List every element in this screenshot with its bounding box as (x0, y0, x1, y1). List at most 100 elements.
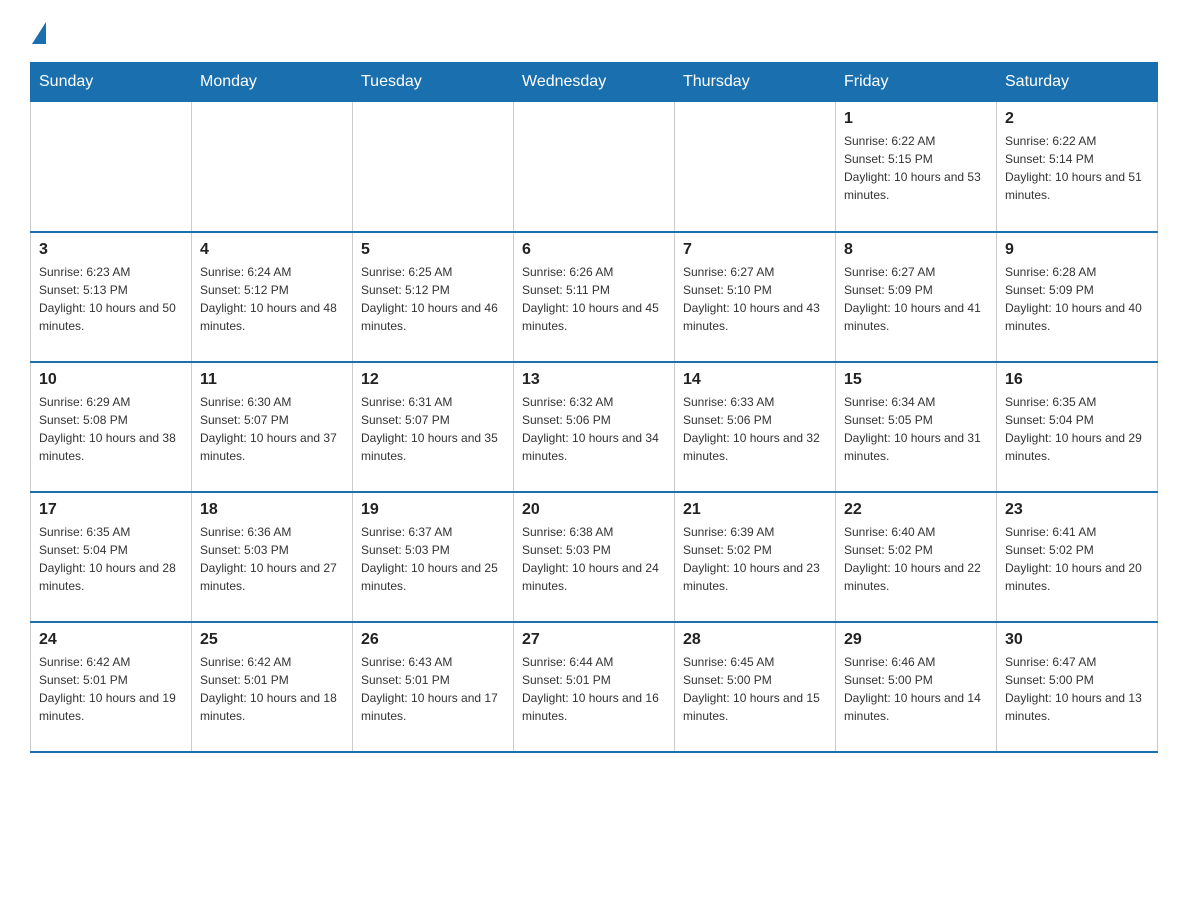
day-info: Sunrise: 6:24 AM Sunset: 5:12 PM Dayligh… (200, 263, 344, 335)
calendar-table: SundayMondayTuesdayWednesdayThursdayFrid… (30, 62, 1158, 753)
calendar-cell: 7 Sunrise: 6:27 AM Sunset: 5:10 PM Daylig… (675, 232, 836, 362)
day-number: 28 (683, 631, 827, 649)
day-number: 12 (361, 371, 505, 389)
calendar-cell: 10 Sunrise: 6:29 AM Sunset: 5:08 PM Dayli… (31, 362, 192, 492)
day-number: 10 (39, 371, 183, 389)
calendar-cell: 30Sunrise: 6:47 AM Sunset: 5:00 PM Dayli… (997, 622, 1158, 752)
day-number: 22 (844, 501, 988, 519)
calendar-cell: 2Sunrise: 6:22 AM Sunset: 5:14 PM Daylig… (997, 102, 1158, 232)
calendar-week-row-4: 17 Sunrise: 6:35 AM Sunset: 5:04 PM Dayli… (31, 492, 1158, 622)
day-info: Sunrise: 6:35 AM Sunset: 5:04 PM Dayligh… (1005, 393, 1149, 465)
calendar-cell: 12 Sunrise: 6:31 AM Sunset: 5:07 PM Dayli… (353, 362, 514, 492)
day-info: Sunrise: 6:40 AM Sunset: 5:02 PM Dayligh… (844, 523, 988, 595)
day-info: Sunrise: 6:33 AM Sunset: 5:06 PM Dayligh… (683, 393, 827, 465)
logo-triangle-icon (32, 22, 46, 44)
calendar-cell (192, 102, 353, 232)
column-header-wednesday: Wednesday (514, 63, 675, 102)
day-number: 4 (200, 241, 344, 259)
day-number: 13 (522, 371, 666, 389)
day-info: Sunrise: 6:35 AM Sunset: 5:04 PM Dayligh… (39, 523, 183, 595)
day-number: 17 (39, 501, 183, 519)
calendar-week-row-1: 1 Sunrise: 6:22 AM Sunset: 5:15 PM Daylig… (31, 102, 1158, 232)
day-number: 18 (200, 501, 344, 519)
logo (30, 20, 48, 42)
day-info: Sunrise: 6:42 AM Sunset: 5:01 PM Dayligh… (200, 653, 344, 725)
day-number: 29 (844, 631, 988, 649)
day-info: Sunrise: 6:46 AM Sunset: 5:00 PM Dayligh… (844, 653, 988, 725)
column-header-thursday: Thursday (675, 63, 836, 102)
calendar-cell: 17 Sunrise: 6:35 AM Sunset: 5:04 PM Dayli… (31, 492, 192, 622)
day-info: Sunrise: 6:25 AM Sunset: 5:12 PM Dayligh… (361, 263, 505, 335)
calendar-cell: 25 Sunrise: 6:42 AM Sunset: 5:01 PM Dayli… (192, 622, 353, 752)
day-info: Sunrise: 6:29 AM Sunset: 5:08 PM Dayligh… (39, 393, 183, 465)
calendar-header-row: SundayMondayTuesdayWednesdayThursdayFrid… (31, 63, 1158, 102)
calendar-cell (353, 102, 514, 232)
day-info: Sunrise: 6:28 AM Sunset: 5:09 PM Dayligh… (1005, 263, 1149, 335)
day-info: Sunrise: 6:27 AM Sunset: 5:10 PM Dayligh… (683, 263, 827, 335)
day-info: Sunrise: 6:45 AM Sunset: 5:00 PM Dayligh… (683, 653, 827, 725)
day-info: Sunrise: 6:38 AM Sunset: 5:03 PM Dayligh… (522, 523, 666, 595)
column-header-sunday: Sunday (31, 63, 192, 102)
day-info: Sunrise: 6:34 AM Sunset: 5:05 PM Dayligh… (844, 393, 988, 465)
day-number: 2 (1005, 110, 1149, 128)
day-number: 14 (683, 371, 827, 389)
day-info: Sunrise: 6:47 AM Sunset: 5:00 PM Dayligh… (1005, 653, 1149, 725)
calendar-cell (675, 102, 836, 232)
calendar-week-row-5: 24 Sunrise: 6:42 AM Sunset: 5:01 PM Dayli… (31, 622, 1158, 752)
day-info: Sunrise: 6:36 AM Sunset: 5:03 PM Dayligh… (200, 523, 344, 595)
day-number: 15 (844, 371, 988, 389)
calendar-cell: 29 Sunrise: 6:46 AM Sunset: 5:00 PM Dayli… (836, 622, 997, 752)
calendar-cell: 18 Sunrise: 6:36 AM Sunset: 5:03 PM Dayli… (192, 492, 353, 622)
calendar-cell: 6 Sunrise: 6:26 AM Sunset: 5:11 PM Daylig… (514, 232, 675, 362)
day-number: 25 (200, 631, 344, 649)
calendar-cell: 27Sunrise: 6:44 AM Sunset: 5:01 PM Dayli… (514, 622, 675, 752)
day-info: Sunrise: 6:39 AM Sunset: 5:02 PM Dayligh… (683, 523, 827, 595)
day-number: 7 (683, 241, 827, 259)
day-info: Sunrise: 6:32 AM Sunset: 5:06 PM Dayligh… (522, 393, 666, 465)
calendar-week-row-3: 10 Sunrise: 6:29 AM Sunset: 5:08 PM Dayli… (31, 362, 1158, 492)
calendar-cell: 9 Sunrise: 6:28 AM Sunset: 5:09 PM Daylig… (997, 232, 1158, 362)
day-number: 24 (39, 631, 183, 649)
calendar-cell: 11Sunrise: 6:30 AM Sunset: 5:07 PM Dayli… (192, 362, 353, 492)
day-number: 8 (844, 241, 988, 259)
calendar-cell: 24Sunrise: 6:42 AM Sunset: 5:01 PM Dayli… (31, 622, 192, 752)
day-info: Sunrise: 6:37 AM Sunset: 5:03 PM Dayligh… (361, 523, 505, 595)
calendar-cell (31, 102, 192, 232)
calendar-cell: 5 Sunrise: 6:25 AM Sunset: 5:12 PM Daylig… (353, 232, 514, 362)
column-header-saturday: Saturday (997, 63, 1158, 102)
calendar-cell: 16 Sunrise: 6:35 AM Sunset: 5:04 PM Dayli… (997, 362, 1158, 492)
day-number: 9 (1005, 241, 1149, 259)
day-info: Sunrise: 6:27 AM Sunset: 5:09 PM Dayligh… (844, 263, 988, 335)
day-info: Sunrise: 6:22 AM Sunset: 5:15 PM Dayligh… (844, 132, 988, 204)
day-number: 21 (683, 501, 827, 519)
day-info: Sunrise: 6:43 AM Sunset: 5:01 PM Dayligh… (361, 653, 505, 725)
calendar-cell: 3 Sunrise: 6:23 AM Sunset: 5:13 PM Daylig… (31, 232, 192, 362)
day-info: Sunrise: 6:41 AM Sunset: 5:02 PM Dayligh… (1005, 523, 1149, 595)
calendar-cell: 20Sunrise: 6:38 AM Sunset: 5:03 PM Dayli… (514, 492, 675, 622)
day-info: Sunrise: 6:23 AM Sunset: 5:13 PM Dayligh… (39, 263, 183, 335)
calendar-cell: 19Sunrise: 6:37 AM Sunset: 5:03 PM Dayli… (353, 492, 514, 622)
calendar-cell: 8 Sunrise: 6:27 AM Sunset: 5:09 PM Daylig… (836, 232, 997, 362)
day-info: Sunrise: 6:26 AM Sunset: 5:11 PM Dayligh… (522, 263, 666, 335)
column-header-friday: Friday (836, 63, 997, 102)
calendar-cell: 14 Sunrise: 6:33 AM Sunset: 5:06 PM Dayli… (675, 362, 836, 492)
day-info: Sunrise: 6:31 AM Sunset: 5:07 PM Dayligh… (361, 393, 505, 465)
day-number: 6 (522, 241, 666, 259)
page-header (30, 20, 1158, 42)
calendar-cell (514, 102, 675, 232)
calendar-cell: 26 Sunrise: 6:43 AM Sunset: 5:01 PM Dayli… (353, 622, 514, 752)
day-number: 5 (361, 241, 505, 259)
day-number: 16 (1005, 371, 1149, 389)
calendar-week-row-2: 3 Sunrise: 6:23 AM Sunset: 5:13 PM Daylig… (31, 232, 1158, 362)
day-number: 27 (522, 631, 666, 649)
day-number: 3 (39, 241, 183, 259)
calendar-cell: 28 Sunrise: 6:45 AM Sunset: 5:00 PM Dayli… (675, 622, 836, 752)
calendar-cell: 13 Sunrise: 6:32 AM Sunset: 5:06 PM Dayli… (514, 362, 675, 492)
day-number: 26 (361, 631, 505, 649)
day-info: Sunrise: 6:30 AM Sunset: 5:07 PM Dayligh… (200, 393, 344, 465)
calendar-cell: 15 Sunrise: 6:34 AM Sunset: 5:05 PM Dayli… (836, 362, 997, 492)
column-header-monday: Monday (192, 63, 353, 102)
calendar-cell: 4 Sunrise: 6:24 AM Sunset: 5:12 PM Daylig… (192, 232, 353, 362)
calendar-cell: 23Sunrise: 6:41 AM Sunset: 5:02 PM Dayli… (997, 492, 1158, 622)
day-number: 1 (844, 110, 988, 128)
